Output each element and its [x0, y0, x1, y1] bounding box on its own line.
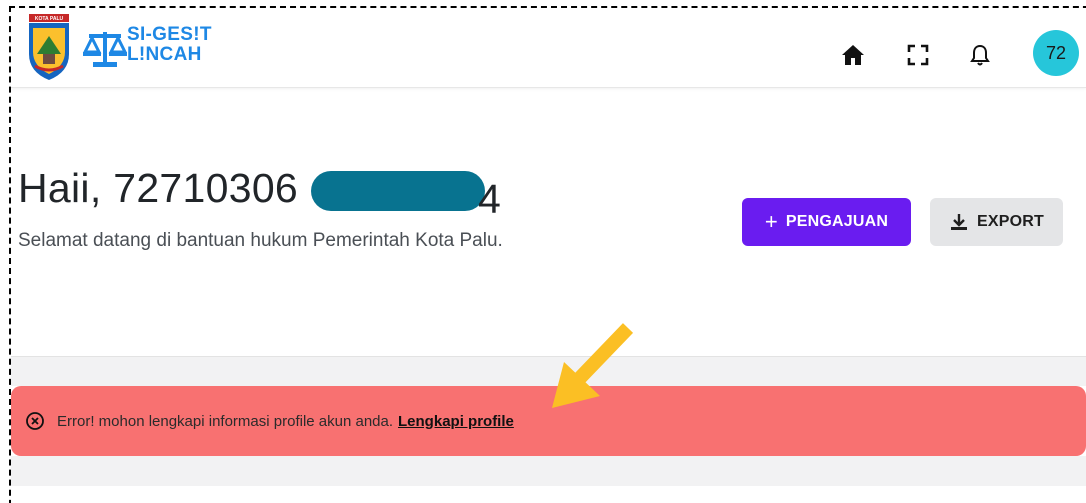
bell-icon[interactable] [968, 43, 992, 67]
logo-line-2: L!NCAH [127, 44, 202, 65]
lengkapi-profile-link[interactable]: Lengkapi profile [398, 413, 514, 430]
fullscreen-icon[interactable] [906, 43, 930, 67]
section-band-bottom [11, 456, 1086, 486]
greeting-suffix: 4 [478, 176, 501, 222]
redaction-mark [311, 171, 485, 211]
user-avatar[interactable]: 72 [1033, 30, 1079, 76]
top-navbar: KOTA PALU SI-GES!T L!NCAH 72 [11, 8, 1086, 88]
greeting-heading: Haii, 72710306 [18, 165, 299, 211]
pengajuan-label: PENGAJUAN [785, 213, 889, 230]
download-icon [951, 214, 967, 230]
home-icon[interactable] [841, 43, 865, 67]
plus-icon: + [764, 209, 778, 234]
justice-scale-icon [83, 32, 127, 67]
alert-message: Error! mohon lengkapi informasi profile … [57, 413, 514, 430]
kota-palu-seal-logo[interactable]: KOTA PALU [25, 14, 73, 82]
export-label: EXPORT [977, 213, 1044, 230]
error-circle-x-icon [26, 412, 44, 430]
alert-message-text: Error! mohon lengkapi informasi profile … [57, 412, 394, 430]
logo-line-1: SI-GES!T [127, 24, 212, 45]
arrow-annotation-icon [552, 323, 634, 408]
welcome-subtitle: Selamat datang di bantuan hukum Pemerint… [18, 230, 503, 251]
svg-text:KOTA PALU: KOTA PALU [35, 16, 64, 22]
export-button[interactable]: EXPORT [930, 198, 1063, 246]
app-logo-text[interactable]: SI-GES!T L!NCAH [127, 25, 212, 65]
pengajuan-button[interactable]: + PENGAJUAN [742, 198, 911, 246]
